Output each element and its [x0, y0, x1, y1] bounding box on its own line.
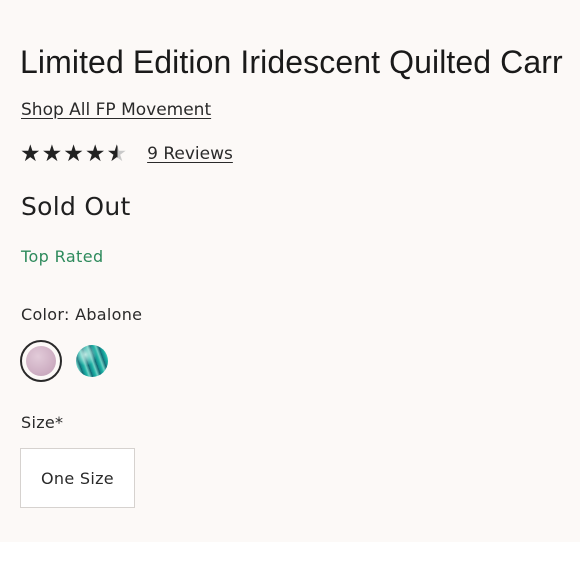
color-swatch-abalone[interactable]: [20, 340, 62, 382]
rating-row: ★ ★ ★ ★ ★ 9 Reviews: [20, 142, 233, 166]
half-star-icon: ★: [106, 141, 128, 167]
star-icon: ★: [41, 141, 63, 167]
product-panel: Limited Edition Iridescent Quilted Carr …: [0, 0, 580, 542]
shop-collection-link[interactable]: Shop All FP Movement: [21, 100, 211, 120]
color-label: Color: Abalone: [21, 305, 143, 324]
star-icon: ★: [63, 141, 84, 167]
product-title: Limited Edition Iridescent Quilted Carr: [20, 44, 563, 80]
reviews-link[interactable]: 9 Reviews: [147, 144, 233, 164]
star-icon: ★: [20, 141, 41, 167]
color-swatch-teal[interactable]: [76, 345, 108, 377]
size-option-label: One Size: [41, 468, 114, 488]
star-rating: ★ ★ ★ ★ ★: [20, 142, 127, 166]
stock-status: Sold Out: [21, 192, 131, 221]
size-option-one-size[interactable]: One Size: [20, 448, 135, 508]
size-label: Size*: [21, 413, 64, 432]
star-icon: ★: [84, 141, 106, 167]
swatch-abalone-fill: [26, 346, 56, 376]
top-rated-badge: Top Rated: [21, 247, 104, 266]
